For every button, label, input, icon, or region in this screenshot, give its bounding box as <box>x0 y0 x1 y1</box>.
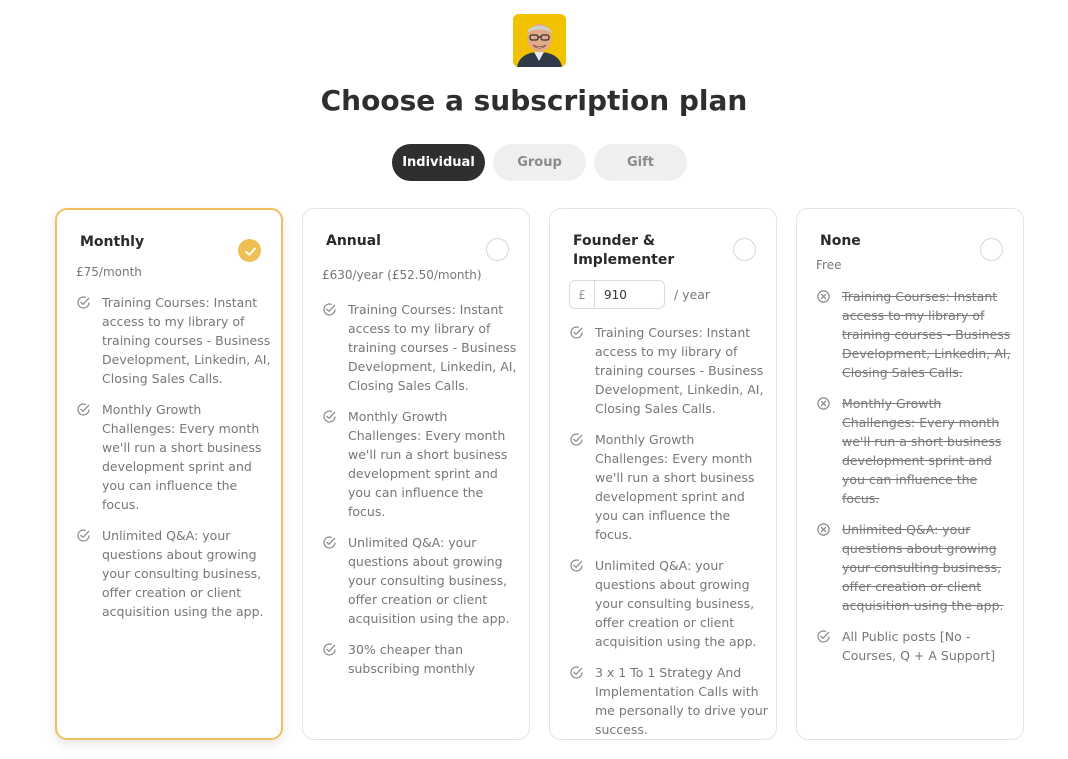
page-title: Choose a subscription plan <box>320 84 748 117</box>
feature-item: Training Courses: Instant access to my l… <box>322 300 522 395</box>
feature-item-excluded: Training Courses: Instant access to my l… <box>816 287 1016 382</box>
tab-individual[interactable]: Individual <box>392 144 485 181</box>
price-input-box: £ <box>569 280 665 309</box>
feature-item: Training Courses: Instant access to my l… <box>76 293 276 388</box>
feature-item: Monthly Growth Challenges: Every month w… <box>569 430 769 544</box>
check-circle-icon <box>322 640 348 678</box>
feature-item: Monthly Growth Challenges: Every month w… <box>76 400 276 514</box>
plan-card-none[interactable]: None Free Training Courses: Instant acce… <box>796 208 1024 740</box>
check-circle-icon <box>816 627 842 665</box>
check-circle-icon <box>322 533 348 628</box>
tab-gift[interactable]: Gift <box>594 144 687 181</box>
price-amount-input[interactable] <box>595 287 655 302</box>
price-period: / year <box>674 287 711 302</box>
currency-symbol: £ <box>570 281 595 308</box>
check-circle-icon <box>569 323 595 418</box>
plan-name: Annual <box>326 233 381 249</box>
check-circle-icon <box>322 300 348 395</box>
plan-name: Monthly <box>80 234 145 250</box>
check-circle-icon <box>569 663 595 739</box>
feature-list: Training Courses: Instant access to my l… <box>76 293 276 633</box>
checkmark-icon <box>245 247 256 256</box>
plan-radio-checked[interactable] <box>238 239 261 262</box>
plan-name: None <box>820 233 861 249</box>
feature-item: Unlimited Q&A: your questions about grow… <box>569 556 769 651</box>
feature-item: 30% cheaper than subscribing monthly <box>322 640 522 678</box>
plan-card-monthly[interactable]: Monthly £75/month Training Courses: Inst… <box>55 208 283 740</box>
feature-item: Training Courses: Instant access to my l… <box>569 323 769 418</box>
plan-price: £75/month <box>76 265 142 279</box>
plan-type-tabs: Individual Group Gift <box>392 144 687 181</box>
feature-item-excluded: Monthly Growth Challenges: Every month w… <box>816 394 1016 508</box>
plan-card-annual[interactable]: Annual £630/year (£52.50/month) Training… <box>302 208 530 740</box>
check-circle-icon <box>76 526 102 621</box>
plan-name: Founder & Implementer <box>573 233 675 268</box>
feature-list: Training Courses: Instant access to my l… <box>569 323 769 751</box>
feature-item: 3 x 1 To 1 Strategy And Implementation C… <box>569 663 769 739</box>
avatar <box>513 14 566 67</box>
plan-radio[interactable] <box>486 238 509 261</box>
x-circle-icon <box>816 520 842 615</box>
plan-price: Free <box>816 258 842 272</box>
check-circle-icon <box>76 400 102 514</box>
plan-price: £630/year (£52.50/month) <box>322 268 482 282</box>
tab-group[interactable]: Group <box>493 144 586 181</box>
check-circle-icon <box>76 293 102 388</box>
check-circle-icon <box>569 556 595 651</box>
feature-item: All Public posts [No - Courses, Q + A Su… <box>816 627 1016 665</box>
x-circle-icon <box>816 394 842 508</box>
check-circle-icon <box>322 407 348 521</box>
feature-list: Training Courses: Instant access to my l… <box>322 300 522 690</box>
feature-item-excluded: Unlimited Q&A: your questions about grow… <box>816 520 1016 615</box>
check-circle-icon <box>569 430 595 544</box>
feature-item: Unlimited Q&A: your questions about grow… <box>322 533 522 628</box>
plan-radio[interactable] <box>980 238 1003 261</box>
feature-item: Monthly Growth Challenges: Every month w… <box>322 407 522 521</box>
x-circle-icon <box>816 287 842 382</box>
feature-list: Training Courses: Instant access to my l… <box>816 287 1016 677</box>
feature-item: Unlimited Q&A: your questions about grow… <box>76 526 276 621</box>
plan-radio[interactable] <box>733 238 756 261</box>
custom-price: £ / year <box>569 280 710 309</box>
plan-card-founder-implementer[interactable]: Founder & Implementer £ / year Training … <box>549 208 777 740</box>
